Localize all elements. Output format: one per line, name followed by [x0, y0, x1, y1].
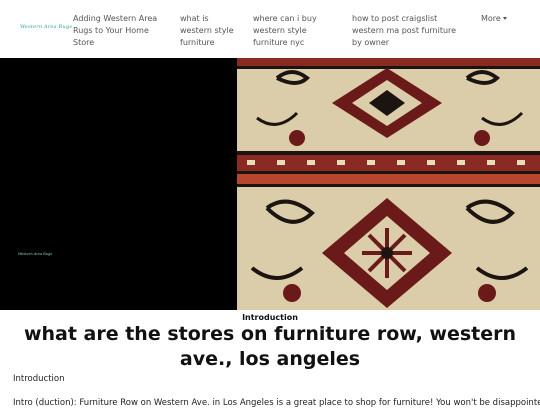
- nav-link-craigslist[interactable]: how to post craigslist western ma post f…: [352, 13, 467, 49]
- site-logo[interactable]: Western Area Rugs: [20, 24, 72, 30]
- page-title: what are the stores on furniture row, we…: [23, 323, 517, 370]
- more-label: More: [481, 14, 501, 23]
- intro-heading: Introduction: [13, 374, 65, 384]
- nav-link-western-style[interactable]: what is western style furniture: [180, 13, 240, 49]
- hero-logo: Western Area Rugs: [18, 252, 53, 256]
- rug-image: [237, 58, 540, 310]
- more-menu[interactable]: More: [481, 13, 507, 25]
- intro-paragraph: Intro (duction): Furniture Row on Wester…: [13, 398, 540, 408]
- hero-dark-panel: Western Area Rugs: [0, 58, 237, 310]
- nav-link-where-buy-nyc[interactable]: where can i buy western style furniture …: [253, 13, 343, 49]
- chevron-down-icon: [502, 17, 507, 20]
- hero-banner: Western Area Rugs: [0, 58, 540, 310]
- nav-link-adding-rugs[interactable]: Adding Western Area Rugs to Your Home St…: [73, 13, 163, 49]
- section-label: Introduction: [242, 313, 298, 322]
- rug-pattern-image: [237, 58, 540, 310]
- top-navbar: Western Area Rugs Adding Western Area Ru…: [0, 0, 540, 58]
